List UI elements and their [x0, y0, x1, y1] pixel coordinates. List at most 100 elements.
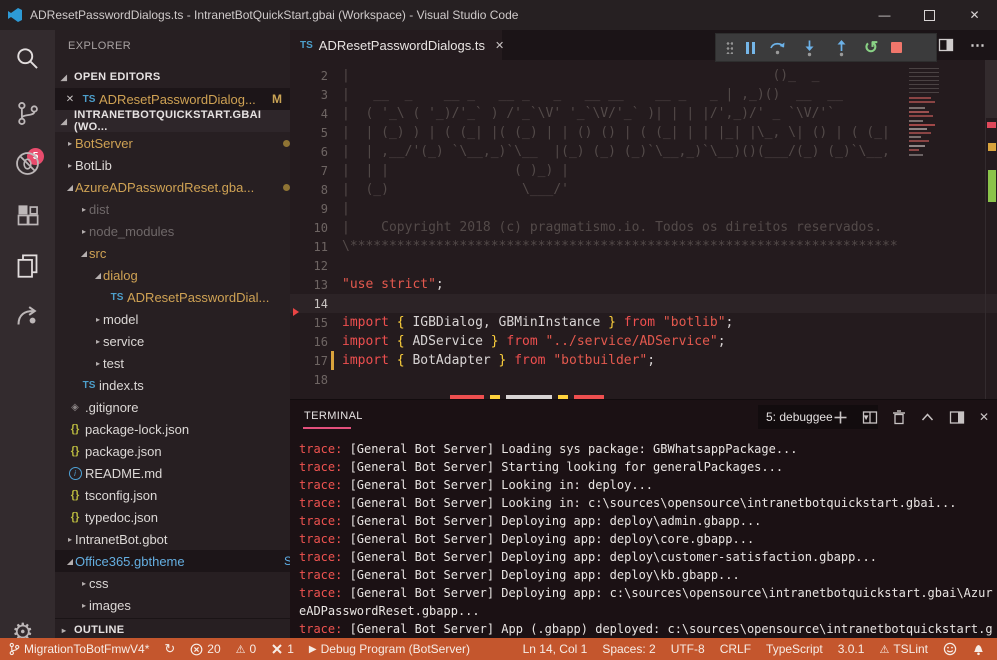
outline-section-header[interactable]: ▸ OUTLINE [55, 618, 290, 638]
tree-item-src[interactable]: ◢src [55, 242, 290, 264]
maximize-button[interactable] [907, 0, 952, 30]
notifications[interactable] [972, 642, 985, 656]
files-icon[interactable] [14, 252, 41, 279]
active-tab-underline [303, 427, 351, 429]
trace-text: [General Bot Server] Starting looking fo… [342, 460, 783, 474]
source-control-icon[interactable] [14, 100, 41, 127]
typescript-version[interactable]: 3.0.1 [838, 642, 865, 656]
new-terminal-icon[interactable] [833, 410, 848, 425]
chevron-right-icon: ▸ [65, 535, 75, 544]
tree-item-azureadpasswordreset-gba-[interactable]: ◢AzureADPasswordReset.gba... [55, 176, 290, 198]
search-icon[interactable] [14, 45, 41, 72]
tree-item--gitignore[interactable]: ◈.gitignore [55, 396, 290, 418]
split-terminal-icon[interactable] [862, 410, 878, 425]
tab-terminal[interactable]: TERMINAL [304, 410, 363, 422]
step-over-icon[interactable] [768, 38, 787, 57]
debug-target[interactable]: ▶ Debug Program (BotServer) [309, 642, 470, 656]
live-share-icon[interactable] [14, 302, 41, 329]
overview-ruler[interactable] [985, 60, 997, 399]
code-token: ADService [412, 334, 490, 349]
tree-item-package-lock-json[interactable]: {}package-lock.json [55, 418, 290, 440]
close-icon[interactable]: ✕ [61, 94, 79, 105]
warning-count[interactable]: ⚠ 0 [236, 642, 257, 656]
stop-icon[interactable] [891, 42, 902, 53]
tree-item-test[interactable]: ▸test [55, 352, 290, 374]
trace-prefix: trace: [299, 478, 342, 492]
feedback-smiley[interactable] [943, 642, 957, 656]
code-token: from [624, 315, 663, 330]
terminal-output[interactable]: trace: [General Bot Server] Loading sys … [299, 440, 994, 636]
toggle-panel-icon[interactable] [949, 410, 965, 425]
minimap[interactable] [906, 60, 944, 399]
tree-item-model[interactable]: ▸model [55, 308, 290, 330]
code-editor[interactable]: 2| ()_ _3| __ _ __ _ __ _ _ __ __ __ _ _… [290, 60, 997, 399]
tree-item-service[interactable]: ▸service [55, 330, 290, 352]
tree-item-readme-md[interactable]: iREADME.md [55, 462, 290, 484]
tree-item-botserver[interactable]: ▸BotServer [55, 132, 290, 154]
language-mode[interactable]: TypeScript [766, 642, 823, 656]
sync-status[interactable]: ↻ [164, 641, 175, 657]
split-editor-icon[interactable] [938, 37, 954, 53]
error-count[interactable]: 20 [190, 642, 220, 656]
tree-item-dialog[interactable]: ◢dialog [55, 264, 290, 286]
pause-icon[interactable] [746, 42, 755, 54]
tree-item-images[interactable]: ▸images [55, 594, 290, 616]
tree-item-adresetpassworddial-[interactable]: TSADResetPasswordDial...M [55, 286, 290, 308]
tree-item-dist[interactable]: ▸dist [55, 198, 290, 220]
maximize-panel-icon[interactable] [920, 410, 935, 425]
trace-prefix: trace: [299, 460, 342, 474]
close-button[interactable]: ✕ [952, 0, 997, 30]
code-token: "botbuilder" [553, 353, 647, 368]
step-out-icon[interactable] [832, 38, 851, 57]
indentation[interactable]: Spaces: 2 [602, 642, 655, 656]
open-editor-item[interactable]: ✕ TS ADResetPasswordDialog... M [55, 88, 290, 110]
minimize-button[interactable]: — [862, 0, 907, 30]
code-token: from [514, 353, 553, 368]
git-branch-status[interactable]: MigrationToBotFmwV4* [9, 642, 149, 656]
restart-icon[interactable]: ↺ [864, 39, 878, 56]
step-into-icon[interactable] [800, 38, 819, 57]
chevron-down-icon: ◢ [93, 271, 103, 280]
trace-prefix: trace: [299, 532, 342, 546]
debug-icon[interactable] [14, 150, 41, 177]
tree-item-css[interactable]: ▸css [55, 572, 290, 594]
terminal-line: trace: [General Bot Server] Deploying ap… [299, 530, 994, 548]
toolbar-drag-handle[interactable] [726, 41, 733, 54]
cursor-position[interactable]: Ln 14, Col 1 [523, 642, 588, 656]
tab-close-icon[interactable]: ✕ [495, 39, 504, 52]
line-content: import { ADService } from "../service/AD… [342, 334, 726, 349]
activity-bar: 5 ⚙ [0, 30, 55, 638]
tree-item-office365-gbtheme[interactable]: ◢Office365.gbthemeS [55, 550, 290, 572]
close-panel-icon[interactable]: ✕ [979, 410, 989, 424]
tab-bar: TS ADResetPasswordDialogs.ts ✕ ⋯ [290, 30, 997, 60]
task-count[interactable]: 1 [271, 642, 294, 656]
tree-item-tsconfig-json[interactable]: {}tsconfig.json [55, 484, 290, 506]
tree-item-botlib[interactable]: ▸BotLib [55, 154, 290, 176]
line-number: 6 [290, 145, 342, 159]
workspace-section-header[interactable]: ◢ INTRANETBOTQUICKSTART.GBAI (WO... [55, 110, 290, 132]
json-file-icon: {} [65, 511, 85, 523]
trace-prefix: trace: [299, 496, 342, 510]
tab-adresetpassworddialogs[interactable]: TS ADResetPasswordDialogs.ts ✕ [290, 30, 502, 60]
tslint-status[interactable]: ⚠ TSLint [879, 642, 928, 656]
trace-prefix: trace: [299, 586, 342, 600]
eol-sequence[interactable]: CRLF [720, 642, 751, 656]
tree-item-node-modules[interactable]: ▸node_modules [55, 220, 290, 242]
editor-line-9: 9| [290, 199, 997, 218]
tree-item-label: package.json [85, 444, 162, 459]
terminal-line: trace: [General Bot Server] Looking in: … [299, 494, 994, 512]
tree-item-index-ts[interactable]: TSindex.ts [55, 374, 290, 396]
tree-item-package-json[interactable]: {}package.json [55, 440, 290, 462]
more-actions-icon[interactable]: ⋯ [970, 36, 985, 54]
extensions-icon[interactable] [14, 202, 41, 229]
info-icon: i [69, 467, 82, 480]
kill-terminal-icon[interactable] [892, 410, 906, 425]
open-editors-header[interactable]: ◢ OPEN EDITORS [55, 66, 290, 88]
tree-item-typedoc-json[interactable]: {}typedoc.json [55, 506, 290, 528]
terminal-line: trace: [General Bot Server] App (.gbapp)… [299, 620, 994, 636]
tree-item-intranetbot-gbot[interactable]: ▸IntranetBot.gbot [55, 528, 290, 550]
encoding[interactable]: UTF-8 [671, 642, 705, 656]
error-icon [190, 643, 203, 656]
chevron-right-icon: ▸ [93, 315, 103, 324]
tree-item-label: package-lock.json [85, 422, 189, 437]
